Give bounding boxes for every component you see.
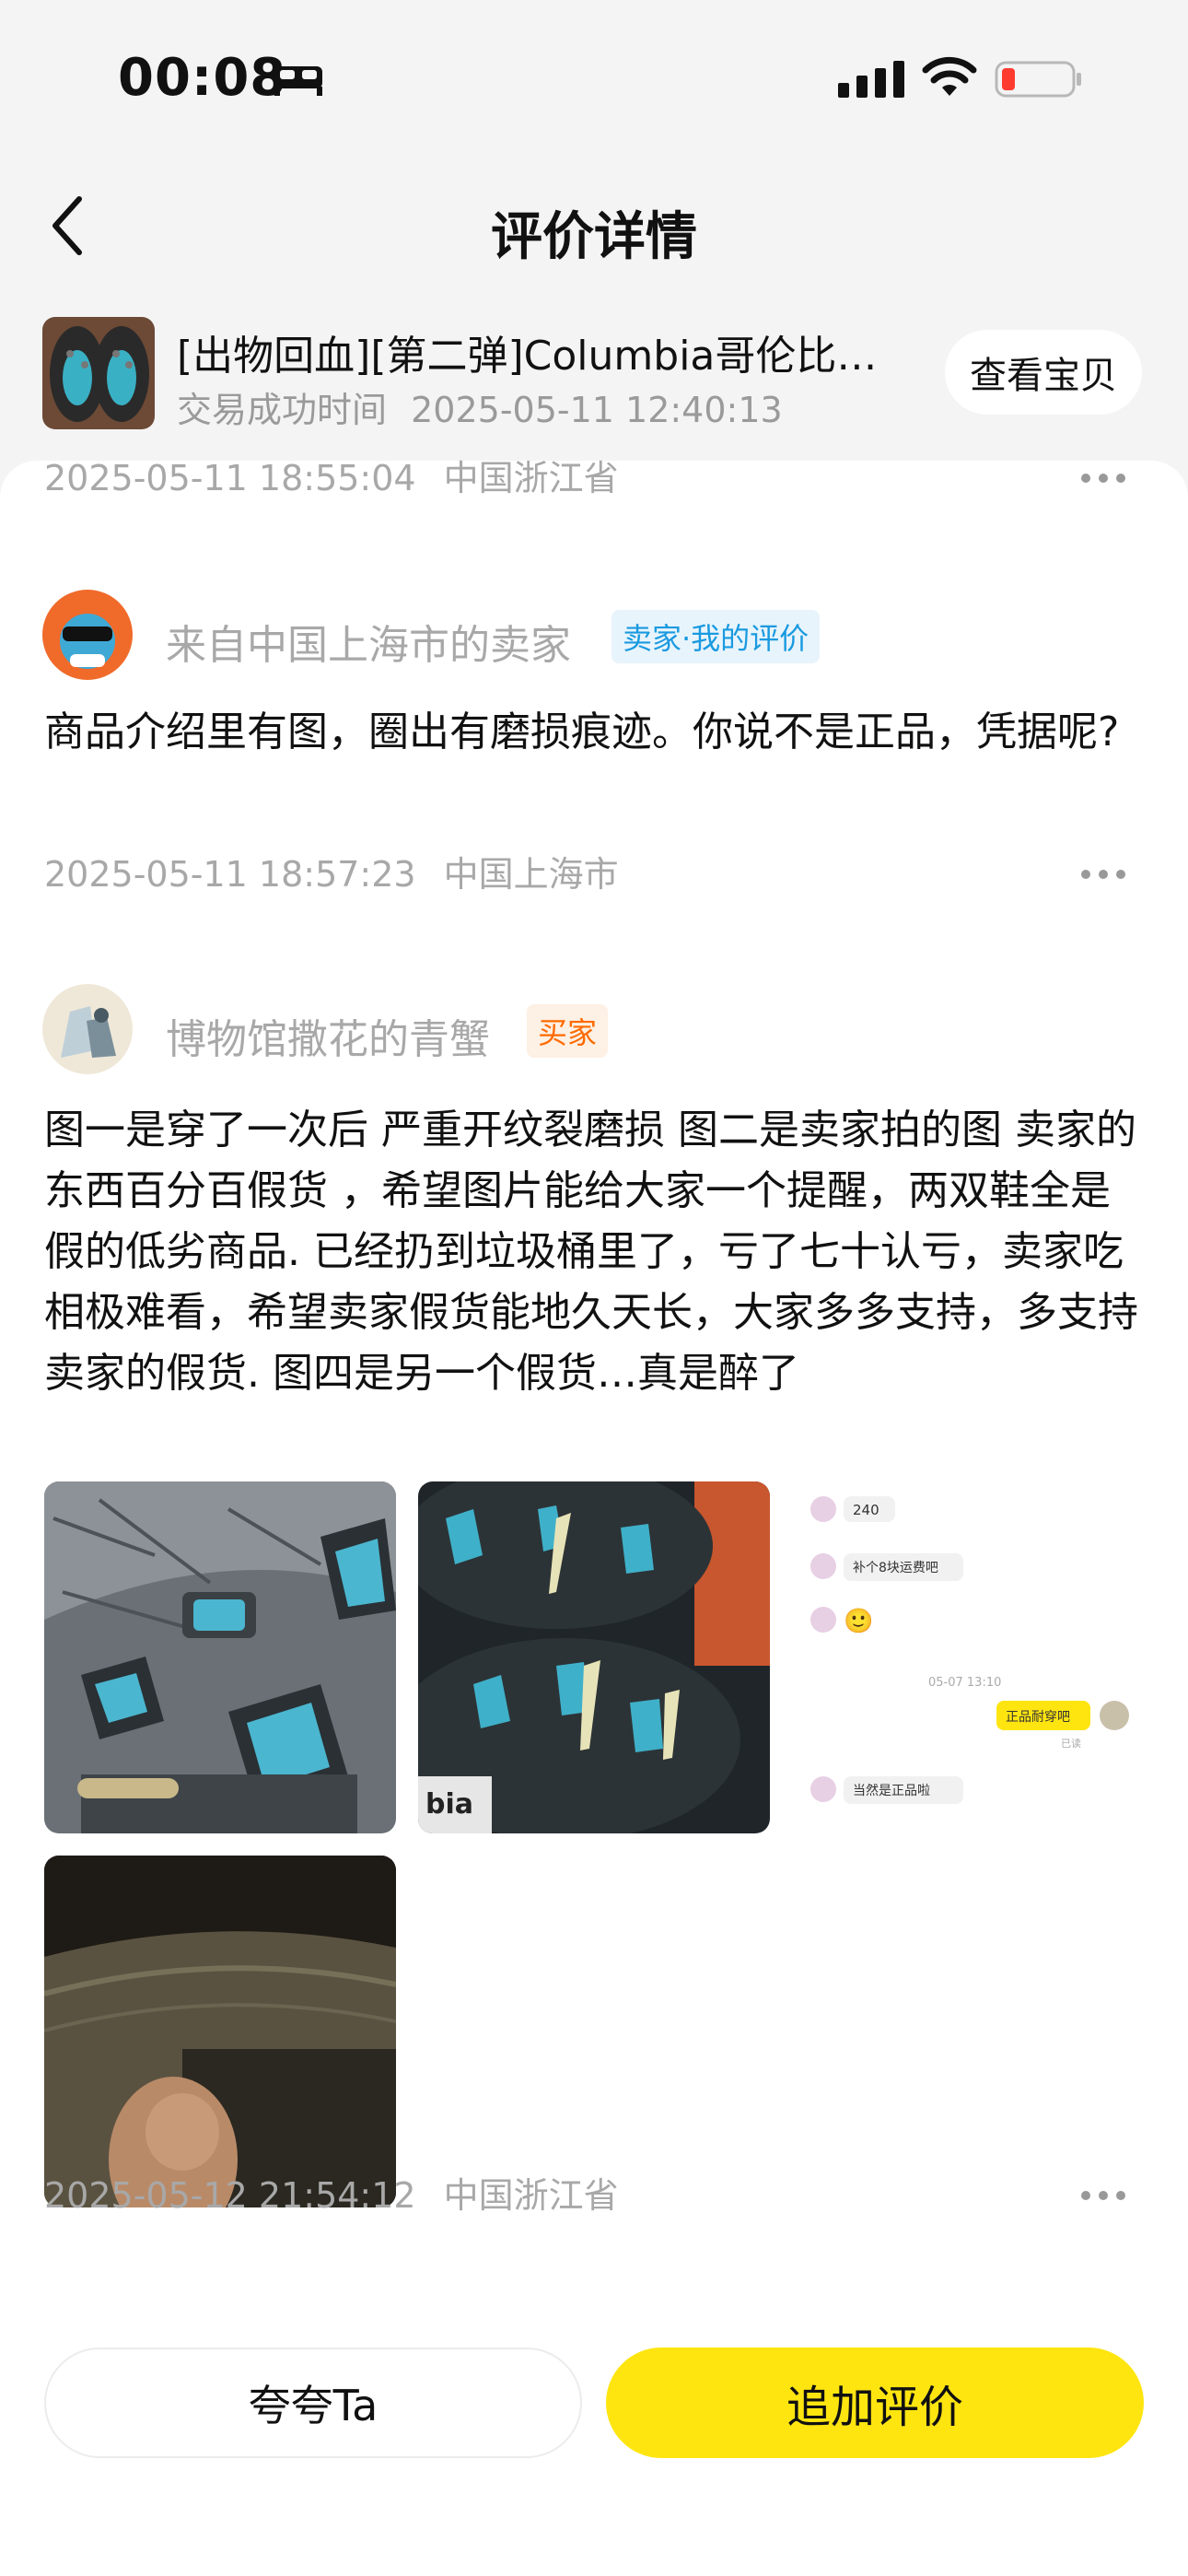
meta-time: 2025-05-11 18:57:23	[44, 854, 416, 895]
review-photo-1[interactable]	[44, 1481, 396, 1833]
seller-my-review-badge: 卖家·我的评价	[611, 610, 821, 663]
seller-name[interactable]: 来自中国上海市的卖家	[166, 612, 571, 671]
status-bar: 00:08	[0, 0, 1188, 157]
chat-msg: 240	[853, 1502, 879, 1518]
more-icon[interactable]	[1079, 472, 1127, 485]
bed-icon	[274, 66, 322, 96]
seller-reply-text: 商品介绍里有图，圈出有磨损痕迹。你说不是正品，凭据呢?	[44, 708, 1120, 755]
buyer-review-text: 图一是穿了一次后 严重开纹裂磨损 图二是卖家拍的图 卖家的东西百分百假货 ，希望…	[44, 1107, 1138, 1397]
wifi-icon	[922, 56, 977, 96]
product-title[interactable]: [出物回血][第二弹]Columbia哥伦比…	[177, 322, 914, 381]
buyer-badge: 买家	[527, 1004, 609, 1058]
chat-time: 05-07 13:10	[928, 1676, 1001, 1690]
meta-time: 2025-05-11 18:55:04	[44, 458, 416, 498]
previous-review-meta: 2025-05-11 18:55:04 中国浙江省	[44, 450, 619, 500]
battery-low-icon	[995, 61, 1081, 98]
buyer-avatar[interactable]	[42, 984, 133, 1074]
trade-time-label: 交易成功时间	[177, 390, 388, 430]
chat-msg: 🙂	[844, 1608, 873, 1635]
seller-reply-meta: 2025-05-11 18:57:23 中国上海市	[44, 846, 619, 896]
add-review-button[interactable]: 追加评价	[606, 2348, 1144, 2458]
buyer-review-meta: 2025-05-12 21:54:12 中国浙江省	[44, 2167, 619, 2218]
review-card: 2025-05-11 18:55:04 中国浙江省 来自中国上海市的卖家 卖家·我…	[0, 458, 1188, 2576]
view-item-button[interactable]: 查看宝贝	[945, 330, 1142, 415]
more-icon[interactable]	[1079, 2189, 1127, 2202]
seller-avatar[interactable]	[42, 590, 133, 680]
meta-time: 2025-05-12 21:54:12	[44, 2175, 416, 2216]
buyer-name[interactable]: 博物馆撒花的青蟹	[166, 1006, 490, 1065]
chat-read: 已读	[1061, 1737, 1081, 1750]
page-title: 评价详情	[491, 207, 697, 267]
trade-time-value: 2025-05-11 12:40:13	[411, 390, 783, 430]
chat-msg: 补个8块运费吧	[853, 1561, 938, 1575]
product-thumbnail[interactable]	[42, 317, 155, 429]
trade-time: 交易成功时间 2025-05-11 12:40:13	[177, 381, 783, 432]
praise-button[interactable]: 夸夸Ta	[44, 2348, 582, 2458]
more-icon[interactable]	[1079, 868, 1127, 881]
meta-location: 中国浙江省	[443, 2175, 619, 2216]
review-photo-3-chat-screenshot[interactable]: 240 补个8块运费吧 🙂 05-07 13:10 正品耐穿吧 已读 当然是正品…	[792, 1481, 1144, 1833]
status-time: 00:08	[118, 48, 287, 108]
chat-msg: 正品耐穿吧	[1006, 1710, 1070, 1725]
chat-msg: 当然是正品啦	[853, 1783, 930, 1798]
svg-text:bia: bia	[425, 1788, 473, 1821]
meta-location: 中国上海市	[443, 854, 619, 895]
nav-header: 评价详情	[0, 157, 1188, 295]
review-photo-4[interactable]	[44, 1856, 396, 2207]
review-photo-2[interactable]: bia	[418, 1481, 770, 1833]
product-summary[interactable]: [出物回血][第二弹]Columbia哥伦比… 交易成功时间 2025-05-1…	[0, 295, 1188, 470]
signal-icon	[838, 61, 904, 98]
meta-location: 中国浙江省	[443, 458, 619, 498]
